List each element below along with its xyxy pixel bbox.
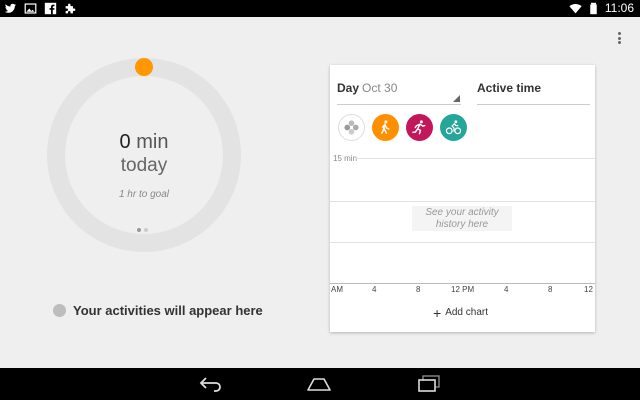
y-axis-label: 15 min — [333, 154, 358, 163]
recents-icon[interactable] — [416, 374, 442, 394]
facebook-icon — [44, 2, 57, 15]
ring-progress-handle — [136, 60, 152, 74]
x-tick: 8 — [548, 285, 553, 294]
x-tick: 8 — [416, 285, 421, 294]
image-icon — [24, 3, 37, 14]
status-bar: 11:06 — [0, 0, 640, 17]
overflow-dot — [617, 32, 621, 35]
range-dropdown[interactable]: Day Oct 30 — [337, 81, 461, 105]
overflow-menu-button[interactable] — [612, 30, 626, 46]
range-label: Day — [337, 81, 360, 95]
gridline — [356, 158, 595, 159]
running-icon — [412, 120, 426, 135]
dropdown-arrow-icon — [453, 95, 460, 102]
empty-history-notice: See your activity history here — [412, 206, 512, 231]
plus-icon: + — [433, 304, 442, 321]
walking-icon — [381, 120, 390, 134]
running-button[interactable] — [406, 114, 433, 141]
page-indicator[interactable] — [137, 228, 148, 232]
battery-icon — [590, 2, 597, 15]
overflow-dot — [617, 36, 621, 40]
minutes-number: 0 — [119, 131, 131, 153]
back-icon[interactable] — [198, 374, 224, 394]
x-tick: 4 — [372, 285, 377, 294]
walking-button[interactable] — [372, 114, 399, 141]
x-tick: 12 — [584, 285, 593, 294]
minutes-value: 0 min — [44, 131, 244, 154]
empty-text-line: See your activity — [425, 207, 499, 218]
gridline — [330, 242, 595, 243]
x-axis — [330, 283, 595, 284]
gridline — [330, 201, 595, 202]
goal-text: 1 hr to goal — [118, 189, 170, 200]
all-activities-icon — [344, 120, 359, 135]
range-value: Oct 30 — [362, 81, 398, 95]
navigation-bar — [0, 368, 640, 400]
biking-button[interactable] — [440, 114, 467, 141]
activity-filters — [338, 114, 467, 141]
x-tick: 4 — [504, 285, 509, 294]
add-chart-label: Add chart — [445, 307, 488, 318]
activities-message: Your activities will appear here — [73, 303, 263, 318]
clock: 11:06 — [604, 1, 634, 15]
puzzle-icon — [65, 3, 76, 14]
activity-chart-card: Day Oct 30 Active time 15 min See your a… — [330, 65, 595, 332]
biking-icon — [445, 120, 462, 135]
period-label: today — [120, 155, 168, 176]
empty-text-line: history here — [435, 219, 489, 230]
page-dot — [137, 228, 141, 232]
home-icon[interactable] — [306, 374, 332, 394]
x-tick: AM — [331, 285, 343, 294]
activity-dot-icon — [53, 304, 66, 317]
wifi-icon — [569, 4, 582, 14]
activities-placeholder: Your activities will appear here — [53, 303, 263, 318]
add-chart-button[interactable]: + Add chart — [433, 304, 488, 321]
minutes-unit: min — [136, 131, 169, 153]
page-dot — [144, 228, 148, 232]
overflow-dot — [617, 41, 621, 44]
all-activities-button[interactable] — [338, 114, 365, 141]
metric-dropdown[interactable]: Active time — [477, 81, 590, 105]
x-tick: 12 PM — [451, 285, 475, 294]
twitter-icon — [4, 3, 17, 13]
